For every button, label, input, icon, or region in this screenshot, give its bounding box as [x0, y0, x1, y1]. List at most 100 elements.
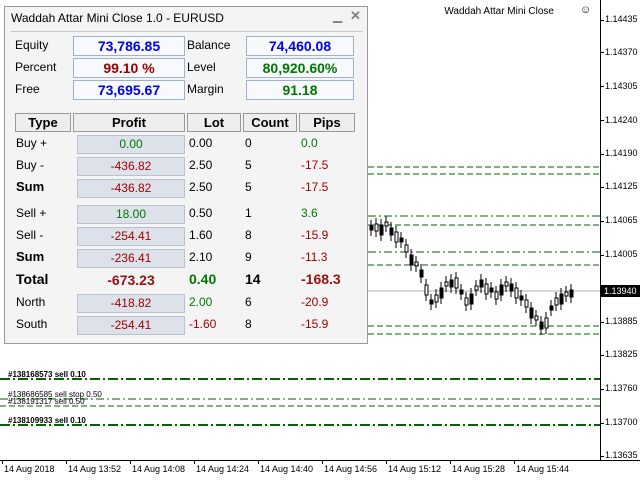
- level-label: Level: [187, 60, 216, 74]
- mini-close-panel[interactable]: Waddah Attar Mini Close 1.0 - EURUSD ▁ ✕…: [4, 6, 368, 344]
- candle-body: [414, 261, 419, 267]
- row-profit[interactable]: -673.23: [77, 271, 185, 290]
- margin-label: Margin: [187, 82, 224, 96]
- row-pips: -11.3: [301, 250, 328, 264]
- time-label: 14 Aug 14:56: [324, 464, 378, 474]
- candle-body: [374, 223, 379, 232]
- candle-body: [509, 283, 514, 292]
- order-label: #138191317 sell 0.50: [8, 397, 85, 406]
- row-type: North: [16, 295, 46, 309]
- candle-body: [424, 284, 429, 296]
- candle-body: [519, 295, 524, 301]
- margin-value: 91.18: [246, 80, 354, 100]
- row-pips: -17.5: [301, 180, 329, 194]
- row-lot: 2.50: [189, 180, 213, 194]
- equity-value: 73,786.85: [73, 36, 185, 56]
- row-profit[interactable]: -236.41: [77, 249, 185, 268]
- row-profit[interactable]: -254.41: [77, 316, 185, 335]
- current-price-tag: 1.13940: [601, 285, 640, 297]
- row-profit[interactable]: -254.41: [77, 227, 185, 246]
- price-label: 1.14240: [605, 115, 638, 125]
- free-label: Free: [15, 82, 40, 96]
- row-lot: 0.50: [189, 206, 213, 220]
- candle-body: [489, 287, 494, 293]
- balance-label: Balance: [187, 38, 231, 52]
- row-count: 5: [245, 158, 252, 172]
- candle-body: [474, 285, 479, 291]
- candle-body: [494, 291, 499, 300]
- indicator-name: Waddah Attar Mini Close: [444, 6, 554, 17]
- price-axis: 1.14435 1.14370 1.14305 1.14240 1.14190 …: [600, 0, 640, 460]
- row-count: 8: [245, 228, 252, 242]
- row-count: 8: [245, 317, 252, 331]
- header-type: Type: [15, 113, 71, 132]
- candle-body: [394, 231, 399, 243]
- price-label: 1.14370: [605, 47, 638, 57]
- price-label: 1.14065: [605, 215, 638, 225]
- candle-body: [549, 305, 554, 311]
- candle-body: [479, 279, 484, 288]
- candle-body: [569, 289, 574, 298]
- order-label: #138109933 sell 0.10: [8, 416, 86, 425]
- minimize-icon[interactable]: ▁: [333, 9, 342, 23]
- candle-body: [529, 307, 534, 319]
- candle-body: [429, 299, 434, 305]
- candle-body: [484, 283, 489, 295]
- row-lot: 2.50: [189, 158, 213, 172]
- candle-body: [449, 279, 454, 288]
- row-profit[interactable]: 0.00: [77, 135, 185, 154]
- price-label: 1.13700: [605, 417, 638, 427]
- divider: [11, 31, 363, 32]
- row-type: Buy -: [16, 158, 45, 172]
- candle-body: [419, 269, 424, 278]
- row-type: Sum: [16, 179, 45, 194]
- panel-title: Waddah Attar Mini Close 1.0 - EURUSD: [11, 11, 224, 25]
- row-profit[interactable]: -436.82: [77, 157, 185, 176]
- row-count: 6: [245, 295, 252, 309]
- smiley-icon: ☺: [580, 4, 592, 16]
- price-label: 1.14190: [605, 148, 638, 158]
- order-label: #138168573 sell 0.10: [8, 370, 86, 379]
- header-count: Count: [243, 113, 297, 132]
- row-profit[interactable]: -436.82: [77, 179, 185, 198]
- price-label: 1.13885: [605, 316, 638, 326]
- time-label: 14 Aug 15:44: [516, 464, 570, 474]
- row-pips: -15.9: [301, 317, 329, 331]
- row-count: 1: [245, 206, 252, 220]
- row-type: Sell -: [16, 228, 44, 242]
- row-profit[interactable]: 18.00: [77, 205, 185, 224]
- candle-body: [564, 291, 569, 297]
- percent-label: Percent: [15, 60, 57, 74]
- candle-body: [554, 297, 559, 306]
- row-lot: 0.40: [189, 271, 217, 287]
- price-label: 1.14125: [605, 181, 638, 191]
- row-pips: -17.5: [301, 158, 329, 172]
- candle-body: [409, 254, 414, 266]
- price-label: 1.14305: [605, 81, 638, 91]
- row-type: Sum: [16, 249, 45, 264]
- row-lot: 2.00: [189, 295, 213, 309]
- row-lot: 0.00: [189, 136, 213, 150]
- price-label: 1.13760: [605, 383, 638, 393]
- row-pips: -15.9: [301, 228, 329, 242]
- candle-body: [389, 227, 394, 236]
- percent-value: 99.10 %: [73, 58, 185, 78]
- time-label: 14 Aug 15:28: [452, 464, 506, 474]
- equity-label: Equity: [15, 38, 49, 52]
- close-icon[interactable]: ✕: [350, 8, 361, 24]
- row-pips: 3.6: [301, 206, 318, 220]
- row-count: 9: [245, 250, 252, 264]
- candle-body: [544, 317, 549, 329]
- time-label: 14 Aug 15:12: [388, 464, 442, 474]
- price-label: 1.13825: [605, 349, 638, 359]
- candles: [369, 216, 574, 335]
- candle-body: [559, 293, 564, 305]
- row-pips: -20.9: [301, 295, 329, 309]
- price-label: 1.13635: [605, 450, 638, 460]
- price-label: 1.14005: [605, 249, 638, 259]
- row-profit[interactable]: -418.82: [77, 294, 185, 313]
- candle-body: [499, 284, 504, 296]
- candle-body: [384, 221, 389, 227]
- candle-body: [404, 244, 409, 253]
- candle-body: [539, 321, 544, 330]
